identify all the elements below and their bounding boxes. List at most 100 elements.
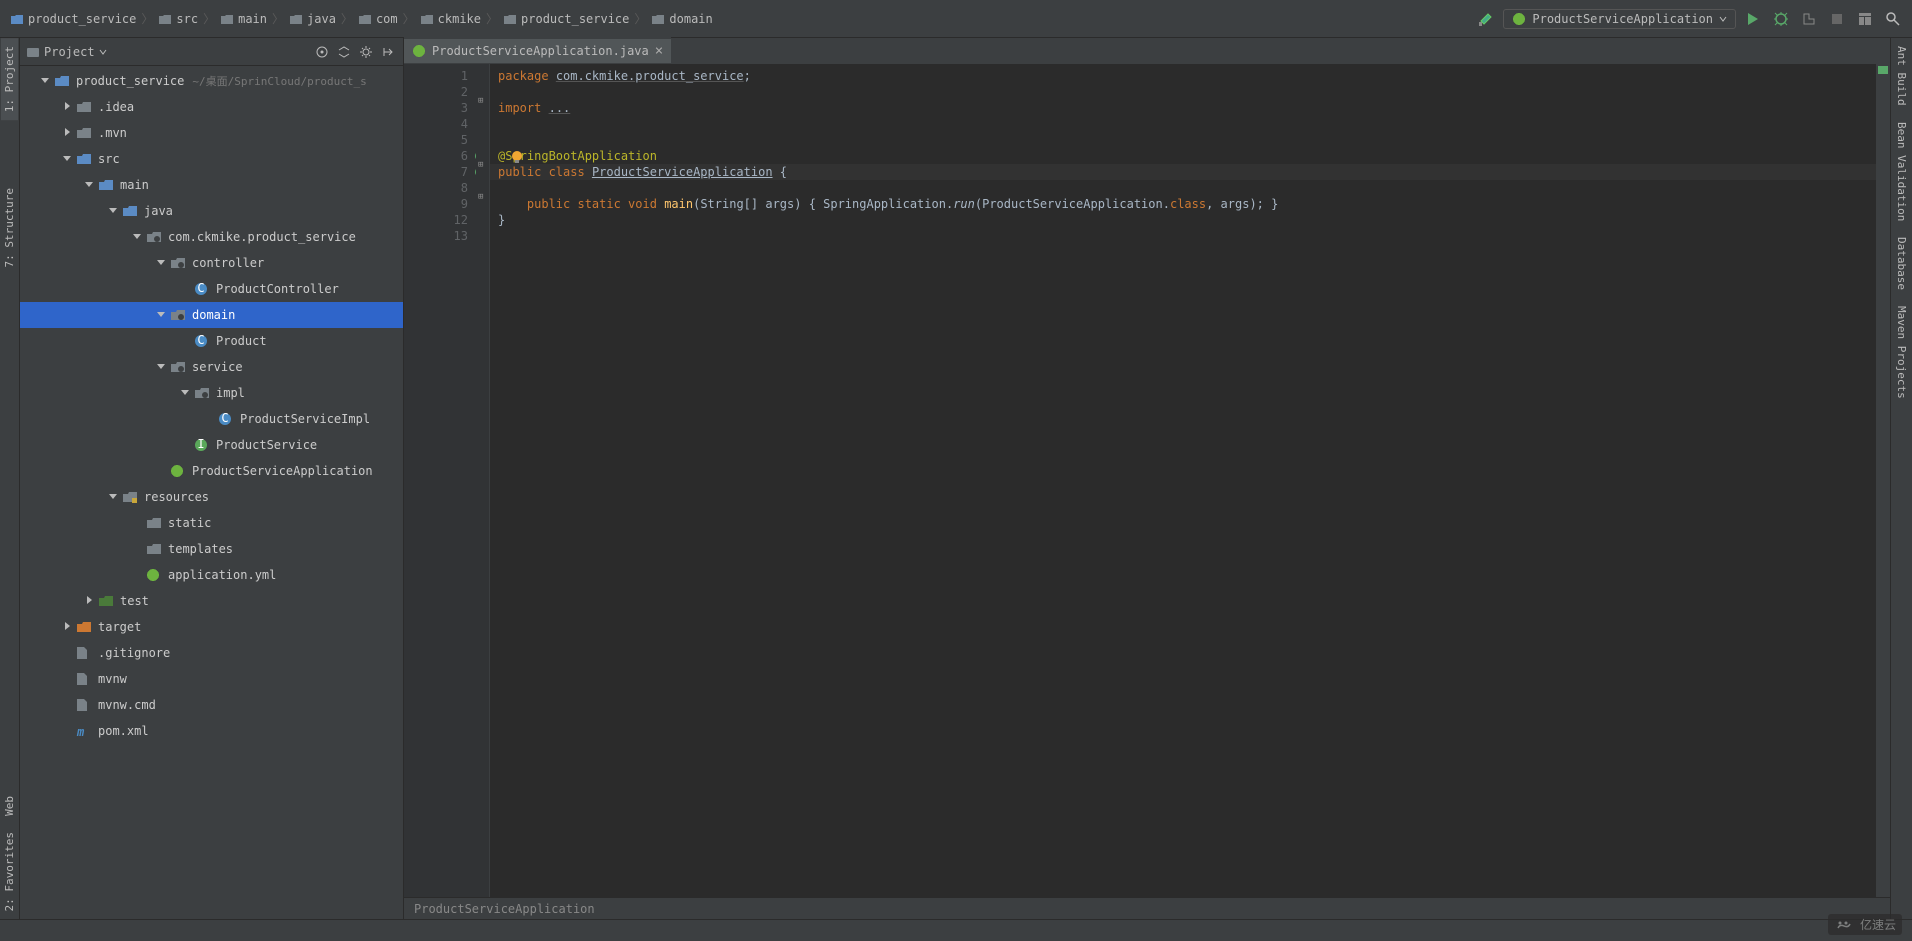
breadcrumb-item[interactable]: domain: [647, 10, 716, 28]
right-strip-tab[interactable]: Database: [1893, 229, 1910, 298]
left-strip-tab[interactable]: 7: Structure: [1, 180, 18, 275]
tree-item[interactable]: main: [20, 172, 403, 198]
chevron-right-icon: 〉: [141, 10, 153, 27]
tree-item[interactable]: .mvn: [20, 120, 403, 146]
svg-text:C: C: [197, 334, 204, 347]
folder-target-icon: [76, 620, 92, 634]
folder-src-icon: [122, 204, 138, 218]
run-icon[interactable]: [1742, 8, 1764, 30]
right-tool-strip: Ant BuildBean ValidationDatabaseMaven Pr…: [1890, 38, 1912, 919]
tree-item[interactable]: target: [20, 614, 403, 640]
package-icon: [194, 386, 210, 400]
tree-label: service: [192, 360, 243, 374]
tree-item[interactable]: CProductController: [20, 276, 403, 302]
left-strip-tab[interactable]: 1: Project: [1, 38, 18, 120]
tree-label: ProductServiceImpl: [240, 412, 370, 426]
hide-icon[interactable]: [379, 43, 397, 61]
coverage-icon[interactable]: [1798, 8, 1820, 30]
hammer-icon[interactable]: [1475, 8, 1497, 30]
breadcrumb-item[interactable]: product_service: [499, 10, 633, 28]
toolbar-right: ProductServiceApplication: [1475, 8, 1912, 30]
project-view-selector[interactable]: Project: [26, 45, 313, 59]
stop-icon[interactable]: [1826, 8, 1848, 30]
left-tool-strip: 1: Project 7: Structure Web2: Favorites: [0, 38, 20, 919]
tree-item[interactable]: java: [20, 198, 403, 224]
tree-item[interactable]: application.yml: [20, 562, 403, 588]
tree-item[interactable]: mvnw.cmd: [20, 692, 403, 718]
breadcrumb-item[interactable]: product_service: [6, 10, 140, 28]
breadcrumb-item[interactable]: ckmike: [416, 10, 485, 28]
project-tree[interactable]: product_service~/桌面/SprinCloud/product_s…: [20, 66, 403, 919]
package-icon: [170, 360, 186, 374]
locate-icon[interactable]: [313, 43, 331, 61]
fold-column[interactable]: ⊞ ⊞ ⊞: [476, 64, 490, 897]
chevron-right-icon: 〉: [403, 10, 415, 27]
breadcrumb-item[interactable]: src: [154, 10, 202, 28]
structure-icon[interactable]: [1854, 8, 1876, 30]
editor-tab[interactable]: ProductServiceApplication.java ×: [404, 37, 671, 63]
tree-label: Product: [216, 334, 267, 348]
project-panel: Project product_service~/桌面/SprinCloud/p…: [20, 38, 404, 919]
tree-label: test: [120, 594, 149, 608]
breadcrumb-item[interactable]: java: [285, 10, 340, 28]
svg-text:C: C: [221, 412, 228, 425]
left-strip-tab[interactable]: Web: [1, 788, 18, 824]
tree-item[interactable]: domain: [20, 302, 403, 328]
right-strip-tab[interactable]: Bean Validation: [1893, 114, 1910, 229]
tree-item[interactable]: C ProductServiceImpl: [20, 406, 403, 432]
tree-label: ProductServiceApplication: [192, 464, 373, 478]
editor-breadcrumb[interactable]: ProductServiceApplication: [404, 897, 1890, 919]
tree-item[interactable]: C Product: [20, 328, 403, 354]
tree-label: ProductService: [216, 438, 317, 452]
tree-item[interactable]: service: [20, 354, 403, 380]
debug-icon[interactable]: [1770, 8, 1792, 30]
tree-item[interactable]: test: [20, 588, 403, 614]
tree-item[interactable]: mvnw: [20, 666, 403, 692]
tree-item[interactable]: controller: [20, 250, 403, 276]
tree-item[interactable]: IProductService: [20, 432, 403, 458]
class-icon: C: [194, 282, 210, 296]
tree-item[interactable]: impl: [20, 380, 403, 406]
package-icon: [146, 230, 162, 244]
folder-src-icon: [98, 178, 114, 192]
tree-item[interactable]: static: [20, 510, 403, 536]
chevron-down-icon: [1719, 15, 1727, 23]
left-strip-tab[interactable]: 2: Favorites: [1, 824, 18, 919]
tree-item[interactable]: product_service~/桌面/SprinCloud/product_s: [20, 68, 403, 94]
panel-title-label: Project: [44, 45, 95, 59]
breadcrumb-item[interactable]: com: [354, 10, 402, 28]
error-strip[interactable]: [1876, 64, 1890, 897]
gear-icon[interactable]: [357, 43, 375, 61]
status-bar: [0, 919, 1912, 941]
right-strip-tab[interactable]: Ant Build: [1893, 38, 1910, 114]
right-strip-tab[interactable]: Maven Projects: [1893, 298, 1910, 407]
fold-icon[interactable]: ⊞: [478, 160, 488, 170]
fold-icon[interactable]: ⊞: [478, 96, 488, 106]
tree-item[interactable]: resources: [20, 484, 403, 510]
spring-icon: [412, 44, 426, 58]
close-icon[interactable]: ×: [655, 43, 663, 59]
breadcrumb: product_service〉src〉main〉java〉com〉ckmike…: [0, 10, 1475, 28]
collapse-icon[interactable]: [335, 43, 353, 61]
search-icon[interactable]: [1882, 8, 1904, 30]
top-toolbar: product_service〉src〉main〉java〉com〉ckmike…: [0, 0, 1912, 38]
tree-label: src: [98, 152, 120, 166]
chevron-right-icon: 〉: [634, 10, 646, 27]
tree-item[interactable]: ProductServiceApplication: [20, 458, 403, 484]
fold-icon[interactable]: ⊞: [478, 192, 488, 202]
tree-item[interactable]: mpom.xml: [20, 718, 403, 744]
spring-icon: [1512, 12, 1526, 26]
bulb-icon[interactable]: [510, 150, 524, 164]
tree-item[interactable]: com.ckmike.product_service: [20, 224, 403, 250]
tree-label: impl: [216, 386, 245, 400]
tree-item[interactable]: .idea: [20, 94, 403, 120]
breadcrumb-item[interactable]: main: [216, 10, 271, 28]
line-gutter[interactable]: 1234567891213: [404, 64, 476, 897]
tree-item[interactable]: src: [20, 146, 403, 172]
code-area[interactable]: package com.ckmike.product_service;impor…: [490, 64, 1876, 897]
tree-item[interactable]: templates: [20, 536, 403, 562]
tree-item[interactable]: .gitignore: [20, 640, 403, 666]
run-config-selector[interactable]: ProductServiceApplication: [1503, 9, 1736, 29]
tree-label: mvnw.cmd: [98, 698, 156, 712]
tree-label: .mvn: [98, 126, 127, 140]
